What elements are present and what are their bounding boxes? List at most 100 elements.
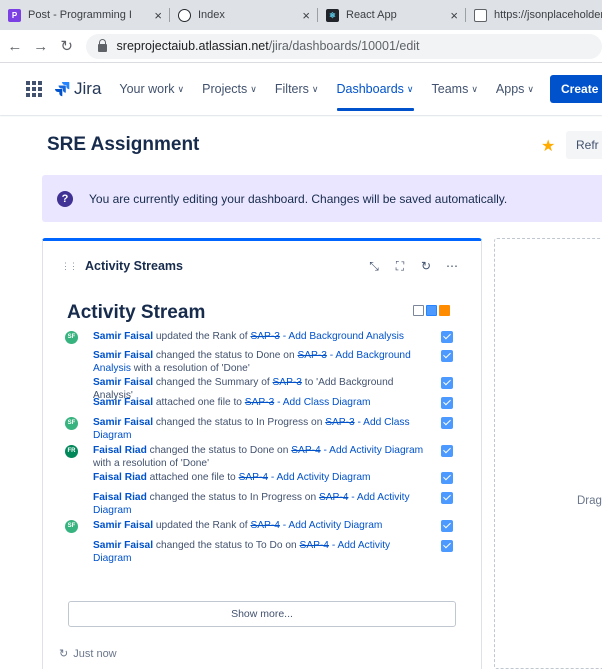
forward-icon[interactable]: → <box>30 38 52 55</box>
task-checkbox-icon <box>441 445 453 457</box>
user-link[interactable]: Samir Faisal <box>93 417 153 428</box>
edit-mode-banner: ? You are currently editing your dashboa… <box>42 175 602 222</box>
issue-key-link[interactable]: SAP-3 <box>325 417 354 428</box>
stream-title: Activity Stream <box>67 302 206 323</box>
nav-label: Teams <box>431 82 469 96</box>
activity-entry: Samir Faisal changed the status to Done … <box>63 349 463 375</box>
activity-text: changed the Summary of <box>153 377 273 388</box>
nav-apps[interactable]: Apps ∨ <box>496 63 534 115</box>
activity-entry: Faisal Riad changed the status to In Pro… <box>63 491 463 517</box>
user-link[interactable]: Samir Faisal <box>93 331 153 342</box>
task-checkbox-icon <box>441 492 453 504</box>
issue-summary-link[interactable]: - Add Activity Diagram <box>321 445 424 456</box>
issue-key-link[interactable]: SAP-4 <box>239 472 268 483</box>
gadget-actions: ⤡ ⛶ ↻ ⋯ <box>367 259 459 274</box>
user-link[interactable]: Samir Faisal <box>93 377 153 388</box>
compact-view-icon[interactable] <box>413 305 424 316</box>
url-input[interactable]: sreprojectaiub.atlassian.net/jira/dashbo… <box>85 33 602 59</box>
reload-icon[interactable]: ↻ <box>56 37 78 55</box>
nav-filters[interactable]: Filters ∨ <box>275 63 319 115</box>
issue-summary-link[interactable]: - Add Activity Diagram <box>268 472 371 483</box>
page-title: SRE Assignment <box>47 134 200 155</box>
task-checkbox-icon <box>441 350 453 362</box>
user-link[interactable]: Samir Faisal <box>93 397 153 408</box>
close-tab-icon[interactable]: × <box>148 8 162 23</box>
chevron-down-icon: ∨ <box>471 83 478 94</box>
nav-your-work[interactable]: Your work ∨ <box>119 63 184 115</box>
refresh-icon[interactable]: ↻ <box>59 647 68 660</box>
user-link[interactable]: Samir Faisal <box>93 350 153 361</box>
nav-label: Your work <box>119 82 175 96</box>
avatar[interactable]: SF <box>65 331 78 344</box>
issue-summary-link[interactable]: - Add Background Analysis <box>280 331 404 342</box>
chevron-down-icon: ∨ <box>406 83 414 94</box>
task-checkbox-icon <box>441 417 453 429</box>
browser-tab[interactable]: P Post - Programming I × <box>0 0 170 30</box>
issue-summary-link[interactable]: - Add Class Diagram <box>274 397 370 408</box>
refresh-icon[interactable]: ↻ <box>419 259 433 274</box>
drop-area-text: Drag <box>577 495 602 507</box>
chevron-down-icon: ∨ <box>177 83 185 94</box>
nav-teams[interactable]: Teams ∨ <box>432 63 478 115</box>
user-link[interactable]: Faisal Riad <box>93 445 147 456</box>
activity-entry: FR Faisal Riad changed the status to Done… <box>63 444 463 470</box>
jira-logo-icon <box>55 82 70 97</box>
close-tab-icon[interactable]: × <box>444 8 458 23</box>
nav-projects[interactable]: Projects ∨ <box>202 63 257 115</box>
rss-feed-icon[interactable] <box>439 305 450 316</box>
activity-text: with a resolution of 'Done' <box>130 363 250 374</box>
close-tab-icon[interactable]: × <box>296 8 310 23</box>
tab-favicon-icon: P <box>8 8 21 22</box>
browser-tab[interactable]: https://jsonplaceholder × <box>466 0 602 30</box>
url-path: /jira/dashboards/10001/edit <box>268 39 420 53</box>
more-options-icon[interactable]: ⋯ <box>445 259 459 274</box>
activity-text: updated the Rank of <box>153 331 251 342</box>
issue-key-link[interactable]: SAP-4 <box>250 520 279 531</box>
show-more-button[interactable]: Show more... <box>68 601 456 627</box>
jira-top-nav: Jira Your work ∨ Projects ∨ Filters ∨ Dashb… <box>0 63 602 115</box>
nav-dashboards[interactable]: Dashboards ∨ <box>336 63 414 115</box>
issue-key-link[interactable]: SAP-4 <box>291 445 320 456</box>
banner-text: You are currently editing your dashboard… <box>89 191 508 206</box>
browser-tab[interactable]: ⚛ React App × <box>318 0 466 30</box>
activity-entry: Faisal Riad attached one file to SAP-4 -… <box>63 471 463 484</box>
user-link[interactable]: Faisal Riad <box>93 492 147 503</box>
user-link[interactable]: Samir Faisal <box>93 520 153 531</box>
activity-text: changed the status to Done on <box>146 445 292 456</box>
avatar[interactable]: SF <box>65 417 78 430</box>
issue-key-link[interactable]: SAP-4 <box>300 540 329 551</box>
minimize-icon[interactable]: ⤡ <box>367 259 381 274</box>
task-checkbox-icon <box>441 331 453 343</box>
nav-label: Apps <box>495 82 525 96</box>
tab-label: https://jsonplaceholder <box>494 9 602 21</box>
drag-handle-icon[interactable]: ⋮⋮ <box>61 261 78 272</box>
address-bar: ← → ↻ sreprojectaiub.atlassian.net/jira/… <box>0 30 602 63</box>
maximize-icon[interactable]: ⛶ <box>393 259 407 274</box>
refresh-button[interactable]: Refr <box>566 131 602 159</box>
star-icon[interactable]: ★ <box>541 136 555 156</box>
chevron-down-icon: ∨ <box>527 83 535 94</box>
issue-summary-link[interactable]: - Add Activity Diagram <box>280 520 383 531</box>
issue-key-link[interactable]: SAP-3 <box>297 350 326 361</box>
create-button[interactable]: Create <box>550 75 602 103</box>
app-switcher-icon[interactable] <box>26 81 42 97</box>
issue-key-link[interactable]: SAP-3 <box>250 331 279 342</box>
list-view-icon[interactable] <box>426 305 437 316</box>
user-link[interactable]: Samir Faisal <box>93 540 153 551</box>
activity-text: changed the status to To Do on <box>153 540 300 551</box>
issue-key-link[interactable]: SAP-3 <box>245 397 274 408</box>
activity-text: with a resolution of 'Done' <box>93 458 210 469</box>
back-icon[interactable]: ← <box>4 38 26 55</box>
activity-entry: SF Samir Faisal updated the Rank of SAP-4… <box>63 519 463 533</box>
issue-key-link[interactable]: SAP-4 <box>319 492 348 503</box>
activity-entry: SF Samir Faisal updated the Rank of SAP-3… <box>63 330 463 344</box>
browser-tab[interactable]: Index × <box>170 0 318 30</box>
avatar[interactable]: SF <box>65 520 78 533</box>
gadget-drop-area[interactable] <box>494 238 602 669</box>
issue-key-link[interactable]: SAP-3 <box>273 377 302 388</box>
stream-view-icons <box>413 305 450 316</box>
jira-logo[interactable]: Jira <box>54 79 101 99</box>
user-link[interactable]: Faisal Riad <box>93 472 147 483</box>
avatar[interactable]: FR <box>65 445 78 458</box>
url-host: sreprojectaiub.atlassian.net <box>116 39 269 53</box>
